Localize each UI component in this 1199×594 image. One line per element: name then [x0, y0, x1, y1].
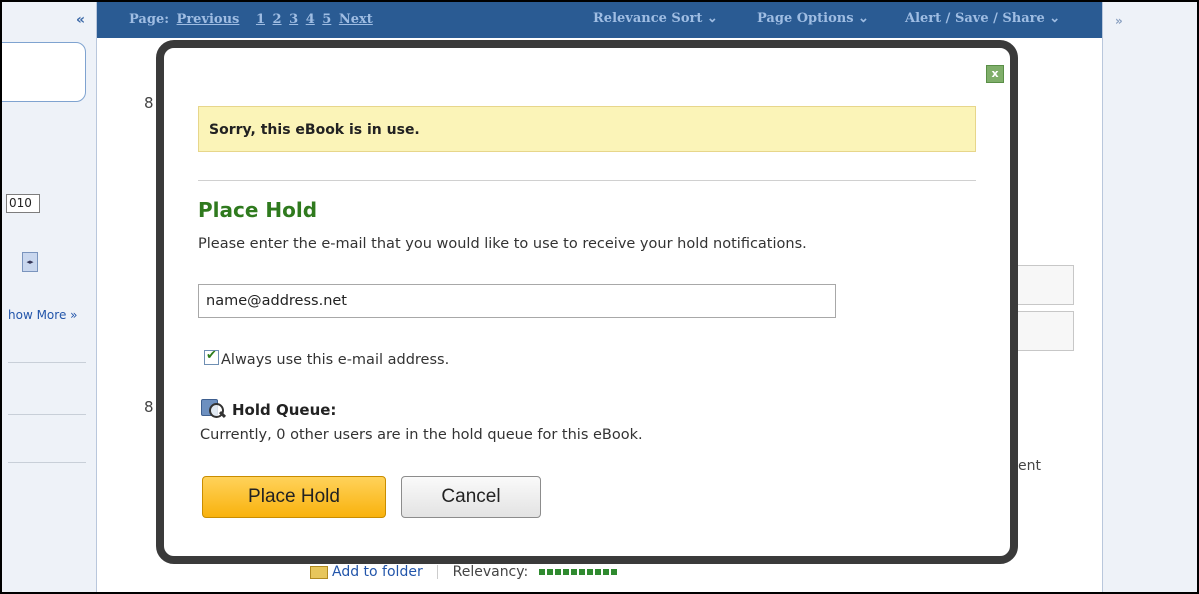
instructions-text: Please enter the e-mail that you would l…	[198, 236, 807, 252]
pager-next-link[interactable]: Next	[339, 12, 373, 27]
left-sidebar: « 010 ◂▸ how More »	[0, 2, 97, 594]
pager-previous-link[interactable]: Previous	[177, 12, 240, 27]
always-use-label[interactable]: Always use this e-mail address.	[221, 352, 449, 368]
place-hold-button[interactable]: Place Hold	[202, 476, 386, 518]
hold-queue-heading: Hold Queue:	[200, 399, 336, 419]
hold-queue-title: Hold Queue:	[232, 401, 337, 419]
checkmark-icon: ✔	[206, 348, 217, 363]
sidebar-divider	[8, 414, 86, 415]
pager-page-link[interactable]: 4	[306, 12, 315, 27]
cancel-button[interactable]: Cancel	[401, 476, 541, 518]
right-sidebar: »	[1102, 2, 1198, 594]
relevancy-bar	[538, 569, 619, 575]
result-side-box[interactable]	[1017, 311, 1074, 351]
result-number: 8	[144, 398, 154, 416]
result-text-fragment: ent	[1018, 458, 1041, 474]
close-icon[interactable]: x	[986, 65, 1004, 83]
slider-handle[interactable]: ◂▸	[22, 252, 38, 272]
relevancy-label: Relevancy:	[452, 564, 529, 580]
divider	[437, 565, 439, 579]
sidebar-divider	[8, 362, 86, 363]
always-use-row[interactable]: ✔ Always use this e-mail address.	[204, 348, 449, 368]
sidebar-divider	[8, 462, 86, 463]
collapse-sidebar-button[interactable]: «	[76, 12, 85, 28]
alert-message: Sorry, this eBook is in use.	[209, 122, 420, 138]
pager-page-link[interactable]: 3	[289, 12, 298, 27]
place-hold-dialog: x Sorry, this eBook is in use. Place Hol…	[156, 40, 1018, 564]
always-use-checkbox[interactable]: ✔	[204, 348, 219, 365]
hold-queue-icon	[200, 399, 228, 419]
hold-queue-text: Currently, 0 other users are in the hold…	[200, 427, 643, 443]
expand-sidebar-button[interactable]: »	[1115, 14, 1123, 28]
result-side-box[interactable]	[1017, 265, 1074, 305]
relevance-sort-menu[interactable]: Relevance Sort ⌄	[593, 11, 718, 26]
divider	[198, 180, 976, 181]
alert-save-share-menu[interactable]: Alert / Save / Share ⌄	[905, 11, 1060, 26]
email-input[interactable]	[198, 284, 836, 318]
result-footer: Add to folder Relevancy:	[310, 564, 619, 580]
pager-page-link[interactable]: 2	[273, 12, 282, 27]
pager-page-link[interactable]: 5	[322, 12, 331, 27]
folder-icon	[310, 565, 328, 579]
result-number: 8	[144, 94, 154, 112]
add-to-folder-link[interactable]: Add to folder	[332, 564, 423, 580]
page-options-menu[interactable]: Page Options ⌄	[757, 11, 869, 26]
dialog-title: Place Hold	[198, 198, 318, 222]
pager-label: Page:	[129, 12, 170, 27]
results-toolbar: Page: Previous 1 2 3 4 5 Next Relevance …	[97, 2, 1102, 38]
year-input[interactable]: 010	[6, 194, 40, 213]
show-more-link[interactable]: how More »	[8, 308, 77, 322]
pager-page-link[interactable]: 1	[256, 12, 265, 27]
pager: Page: Previous 1 2 3 4 5 Next	[129, 12, 376, 27]
in-use-alert: Sorry, this eBook is in use.	[198, 106, 976, 152]
sidebar-search-box[interactable]	[0, 42, 86, 102]
